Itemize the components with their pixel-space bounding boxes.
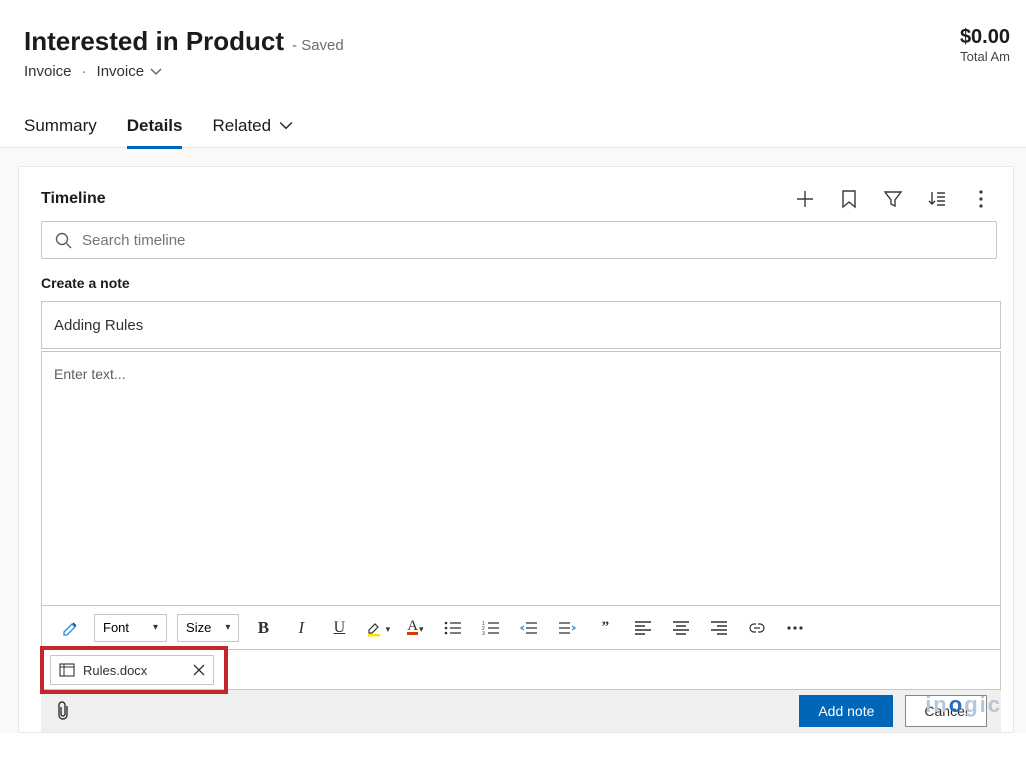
- align-left-button[interactable]: [629, 614, 657, 642]
- plus-icon: [795, 189, 815, 209]
- timeline-filter-button[interactable]: [883, 189, 903, 209]
- align-right-button[interactable]: [705, 614, 733, 642]
- numbered-list-button[interactable]: 123: [477, 614, 505, 642]
- editor-toolbar: Font ▾ Size ▾ B I U ▾ A▾: [41, 606, 1001, 650]
- attachment-chip[interactable]: Rules.docx: [50, 655, 214, 685]
- toolbar-more-button[interactable]: [781, 614, 809, 642]
- breadcrumb-entity: Invoice: [24, 63, 72, 80]
- total-amount-value: $0.00: [960, 26, 1010, 49]
- attachment-remove-button[interactable]: [193, 664, 205, 676]
- watermark-part: gic: [964, 692, 1002, 717]
- align-left-icon: [635, 621, 651, 635]
- italic-button[interactable]: I: [287, 614, 315, 642]
- note-body-placeholder: Enter text...: [54, 366, 126, 382]
- watermark-part: o: [949, 692, 964, 717]
- align-right-icon: [711, 621, 727, 635]
- filter-icon: [883, 189, 903, 209]
- chevron-down-icon: [150, 66, 162, 78]
- breadcrumb: Invoice · Invoice: [24, 63, 344, 80]
- timeline-more-button[interactable]: [971, 189, 991, 209]
- tab-related[interactable]: Related: [212, 104, 293, 148]
- saved-indicator: - Saved: [292, 37, 344, 54]
- tab-details[interactable]: Details: [127, 104, 183, 148]
- size-selector[interactable]: Size ▾: [177, 614, 239, 642]
- indent-button[interactable]: [553, 614, 581, 642]
- sort-icon: [927, 189, 947, 209]
- font-color-button[interactable]: A▾: [401, 614, 429, 642]
- caret-down-icon: ▾: [225, 622, 230, 633]
- font-selector-label: Font: [103, 620, 129, 635]
- breadcrumb-form: Invoice: [97, 63, 145, 80]
- attachment-filename: Rules.docx: [83, 663, 185, 678]
- document-icon: [59, 663, 75, 677]
- close-icon: [193, 664, 205, 676]
- form-selector[interactable]: Invoice: [97, 63, 163, 80]
- timeline-title: Timeline: [41, 190, 106, 208]
- outdent-button[interactable]: [515, 614, 543, 642]
- note-title-input[interactable]: [41, 301, 1001, 349]
- align-center-icon: [673, 621, 689, 635]
- tab-related-label: Related: [212, 116, 271, 136]
- more-vertical-icon: [979, 190, 983, 208]
- svg-text:3: 3: [482, 631, 485, 635]
- size-selector-label: Size: [186, 620, 211, 635]
- timeline-bookmark-button[interactable]: [839, 189, 859, 209]
- indent-icon: [558, 621, 576, 635]
- watermark-logo: inogic: [925, 692, 1002, 718]
- timeline-sort-button[interactable]: [927, 189, 947, 209]
- bold-button[interactable]: B: [249, 614, 277, 642]
- timeline-search[interactable]: [41, 221, 997, 259]
- blockquote-button[interactable]: ”: [591, 614, 619, 642]
- timeline-search-input[interactable]: [82, 232, 984, 249]
- outdent-icon: [520, 621, 538, 635]
- total-amount-label: Total Am: [960, 49, 1010, 64]
- record-title: Interested in Product: [24, 26, 284, 57]
- underline-button[interactable]: U: [325, 614, 353, 642]
- timeline-add-button[interactable]: [795, 189, 815, 209]
- highlight-color-button[interactable]: ▾: [363, 614, 391, 642]
- align-center-button[interactable]: [667, 614, 695, 642]
- caret-down-icon: ▾: [153, 622, 158, 633]
- chevron-down-icon: [279, 119, 293, 133]
- font-selector[interactable]: Font ▾: [94, 614, 167, 642]
- attachment-highlight: Rules.docx: [40, 646, 228, 694]
- attach-file-button[interactable]: [55, 701, 71, 721]
- paperclip-icon: [55, 701, 71, 721]
- insert-link-button[interactable]: [743, 614, 771, 642]
- tab-summary[interactable]: Summary: [24, 104, 97, 148]
- note-body-editor[interactable]: Enter text...: [41, 351, 1001, 606]
- bullet-list-icon: [444, 621, 462, 635]
- format-painter-icon: [61, 619, 79, 637]
- add-note-button[interactable]: Add note: [799, 695, 893, 727]
- breadcrumb-separator: ·: [82, 63, 87, 80]
- watermark-part: in: [925, 692, 949, 717]
- create-note-label: Create a note: [41, 275, 997, 291]
- number-list-icon: 123: [482, 621, 500, 635]
- highlight-icon: [365, 619, 385, 637]
- bulleted-list-button[interactable]: [439, 614, 467, 642]
- format-painter-button[interactable]: [56, 614, 84, 642]
- bookmark-icon: [840, 189, 858, 209]
- search-icon: [54, 231, 72, 249]
- link-icon: [748, 622, 766, 634]
- more-horizontal-icon: [786, 625, 804, 631]
